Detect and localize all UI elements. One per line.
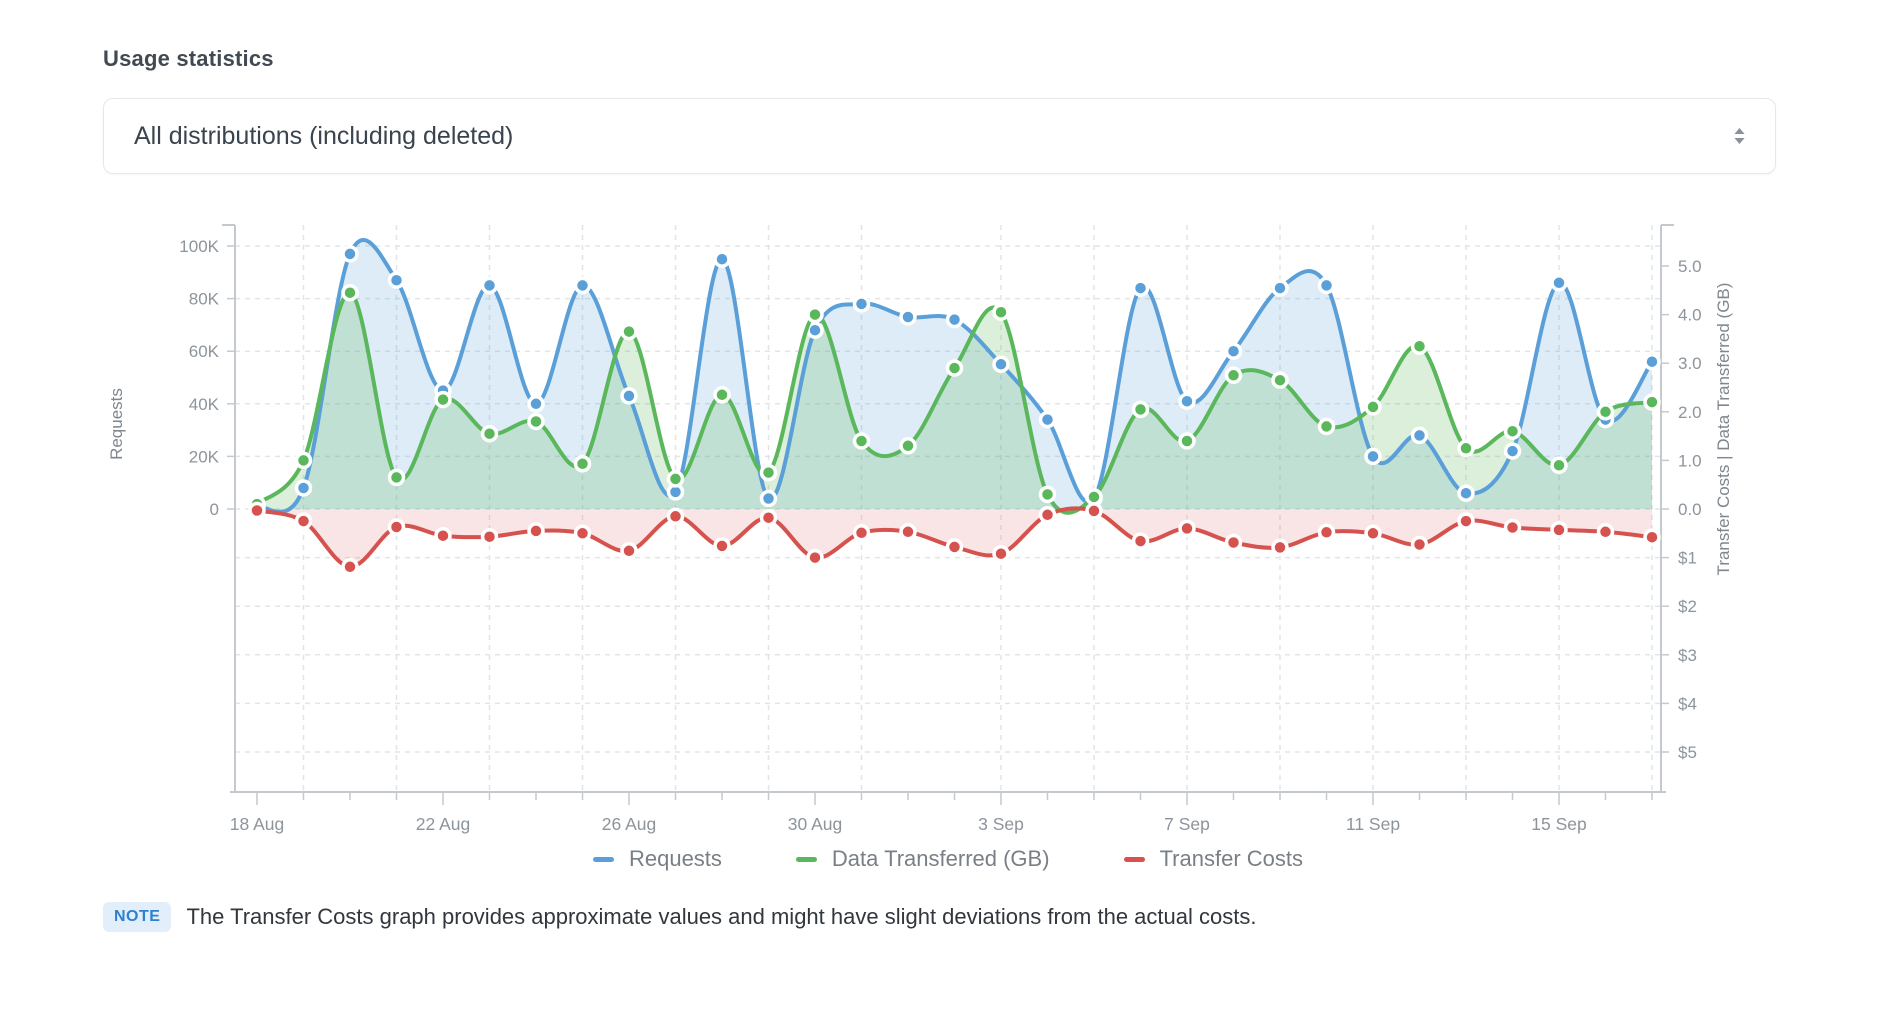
page-title: Usage statistics [0, 0, 1896, 72]
svg-text:11 Sep: 11 Sep [1346, 814, 1400, 834]
svg-text:3 Sep: 3 Sep [978, 814, 1024, 834]
legend-item-label: Requests [629, 846, 722, 872]
svg-text:5.0: 5.0 [1678, 257, 1702, 276]
legend-item-transfer-costs[interactable]: Transfer Costs [1124, 846, 1303, 872]
chart-legend: Requests Data Transferred (GB) Transfer Co… [0, 846, 1896, 872]
svg-text:80K: 80K [189, 290, 220, 309]
usage-chart: 0 20K 40K 60K 80K 100K 0.0 1.0 2.0 3.0 4.0 5.0 $1 $2 $… [0, 174, 1896, 834]
svg-text:$3: $3 [1678, 646, 1697, 665]
usage-statistics-page: Usage statistics All distributions (incl… [0, 0, 1896, 1010]
dropdown-updown-icon [1732, 125, 1747, 147]
svg-text:18 Aug: 18 Aug [230, 814, 285, 834]
svg-text:0.0: 0.0 [1678, 500, 1702, 519]
legend-item-label: Transfer Costs [1160, 846, 1303, 872]
svg-text:$5: $5 [1678, 743, 1697, 762]
legend-dash-icon [1124, 857, 1145, 862]
svg-text:$1: $1 [1678, 549, 1697, 568]
svg-text:4.0: 4.0 [1678, 306, 1702, 325]
note-text: The Transfer Costs graph provides approx… [186, 904, 1256, 930]
legend-dash-icon [796, 857, 817, 862]
legend-item-requests[interactable]: Requests [593, 846, 722, 872]
svg-text:60K: 60K [189, 342, 220, 361]
svg-text:40K: 40K [189, 395, 220, 414]
svg-text:30 Aug: 30 Aug [788, 814, 843, 834]
right-axis-title: Transfer Costs | Data Transferred (GB) [1714, 283, 1733, 576]
distribution-filter-value: All distributions (including deleted) [134, 122, 513, 151]
note-row: NOTE The Transfer Costs graph provides a… [103, 902, 1896, 932]
svg-text:$4: $4 [1678, 694, 1697, 713]
note-badge: NOTE [103, 902, 171, 932]
distribution-filter-dropdown[interactable]: All distributions (including deleted) [103, 98, 1776, 174]
svg-text:1.0: 1.0 [1678, 451, 1702, 470]
legend-item-data-transferred-gb[interactable]: Data Transferred (GB) [796, 846, 1050, 872]
svg-text:7 Sep: 7 Sep [1164, 814, 1210, 834]
svg-text:100K: 100K [179, 237, 219, 256]
legend-item-label: Data Transferred (GB) [832, 846, 1050, 872]
svg-text:15 Sep: 15 Sep [1531, 814, 1586, 834]
svg-text:22 Aug: 22 Aug [416, 814, 471, 834]
svg-text:20K: 20K [189, 447, 220, 466]
left-axis-title: Requests [107, 388, 126, 460]
svg-text:2.0: 2.0 [1678, 403, 1702, 422]
svg-text:3.0: 3.0 [1678, 354, 1702, 373]
usage-chart-svg: 0 20K 40K 60K 80K 100K 0.0 1.0 2.0 3.0 4.0 5.0 $1 $2 $… [0, 174, 1896, 834]
svg-text:0: 0 [210, 500, 219, 519]
legend-dash-icon [593, 857, 614, 862]
svg-text:26 Aug: 26 Aug [602, 814, 657, 834]
svg-text:$2: $2 [1678, 597, 1697, 616]
